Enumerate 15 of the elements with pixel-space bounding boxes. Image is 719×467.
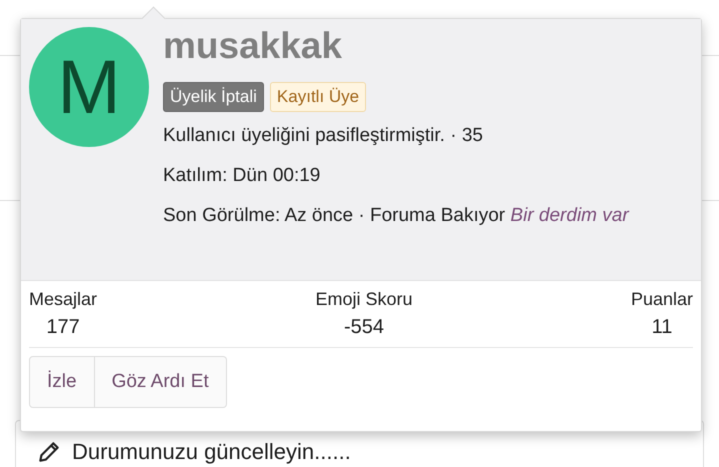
stat-value: 11 (652, 316, 672, 339)
stat-label: Mesajlar (29, 289, 98, 310)
info-line: Kullanıcı üyeliğini pasifleştirmiştir. · 35 (163, 124, 483, 148)
info-line: Son Görülme: Az önce · Foruma Bakıyor Bir derdim var (163, 204, 629, 228)
stat-label: Emoji Skoru (315, 289, 412, 310)
stat-label: Puanlar (630, 289, 693, 310)
stat-value: -554 (344, 316, 384, 339)
user-badge: Üyelik İptali (163, 82, 264, 112)
username[interactable]: musakkak (163, 25, 342, 67)
action-button[interactable]: Göz Ardı Et (94, 356, 227, 408)
user-badge: Kayıtlı Üye (270, 82, 366, 112)
action-button[interactable]: İzle (29, 356, 95, 408)
info-line: Katılım: Dün 00:19 (163, 164, 320, 188)
stat-value: 177 (46, 316, 80, 339)
avatar[interactable]: M (29, 27, 149, 147)
